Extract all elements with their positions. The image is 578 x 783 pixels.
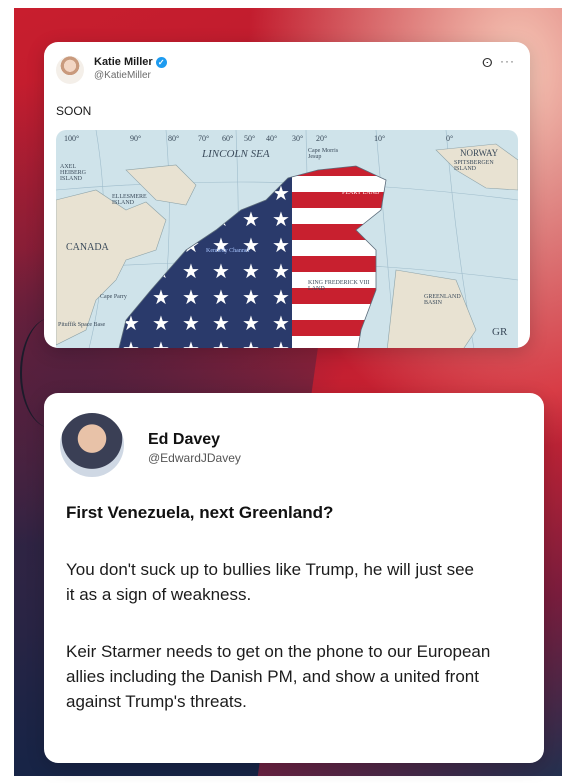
map-lat-label: 80° [168, 134, 180, 143]
map-lat-label: 50° [244, 134, 256, 143]
map-lat-label: 70° [198, 134, 210, 143]
map-lat-label: 10° [374, 134, 386, 143]
map-label-cape-morris-jesup: Cape Morris Jesup [308, 148, 339, 160]
avatar[interactable] [60, 413, 124, 477]
map-label-cape-parry: Cape Parry [100, 294, 127, 300]
verified-badge-icon: ✓ [155, 56, 167, 68]
map-label-kennedy-channel: Kennedy Channel [206, 248, 250, 254]
tweet-paragraph: You don't suck up to bullies like Trump,… [66, 560, 474, 604]
map-label-norway: NORWAY [460, 148, 499, 158]
map-label-peary-land: PEARY LAND [342, 190, 380, 196]
tweet-paragraph: Keir Starmer needs to get on the phone t… [66, 642, 491, 711]
author-handle[interactable]: @EdwardJDavey [148, 451, 241, 465]
map-lat-label: 30° [292, 134, 304, 143]
author-handle[interactable]: @KatieMiller [94, 70, 151, 81]
map-lat-label: 60° [222, 134, 234, 143]
map-label-axel-heiberg: AXEL HEIBERG ISLAND [60, 164, 86, 182]
map-lat-label: 90° [130, 134, 142, 143]
avatar[interactable] [56, 56, 84, 84]
map-lat-label: 40° [266, 134, 278, 143]
tweet-card-ed-davey[interactable]: Ed Davey @EdwardJDavey First Venezuela, … [44, 393, 544, 763]
map-lat-label: 20° [316, 134, 328, 143]
map-label-greenland-basin: GREENLAND BASIN [424, 294, 461, 306]
map-lat-label: 100° [64, 134, 80, 143]
tweet-card-katie-miller[interactable]: Katie Miller✓ @KatieMiller ⵙ ··· SOON ★ [44, 42, 530, 348]
author-name[interactable]: Ed Davey [148, 431, 220, 449]
author-name[interactable]: Katie Miller [94, 56, 153, 68]
map-label-ellesmere: ELLESMERE ISLAND [112, 194, 147, 206]
map-label-spitsbergen: SPITSBERGEN ISLAND [454, 160, 494, 172]
tweet-text: SOON [56, 104, 92, 118]
map-graphic: ★ [56, 130, 518, 348]
grok-icon[interactable]: ⵙ [482, 56, 493, 70]
map-label-gr: GR [492, 326, 508, 338]
map-label-pituffik: Pituffik Space Base [58, 322, 106, 328]
map-label-canada: CANADA [66, 242, 109, 253]
author-name-row[interactable]: Katie Miller ✓ [94, 56, 167, 68]
tweet-headline: First Venezuela, next Greenland? [66, 503, 334, 522]
tweet-image-map[interactable]: ★ [56, 130, 518, 348]
map-lat-label: 0° [446, 134, 454, 143]
map-label-lincoln-sea: LINCOLN SEA [202, 148, 270, 160]
more-options-icon[interactable]: ··· [500, 54, 515, 68]
map-label-king-frederick: KING FREDERICK VIII LAND [308, 280, 370, 292]
